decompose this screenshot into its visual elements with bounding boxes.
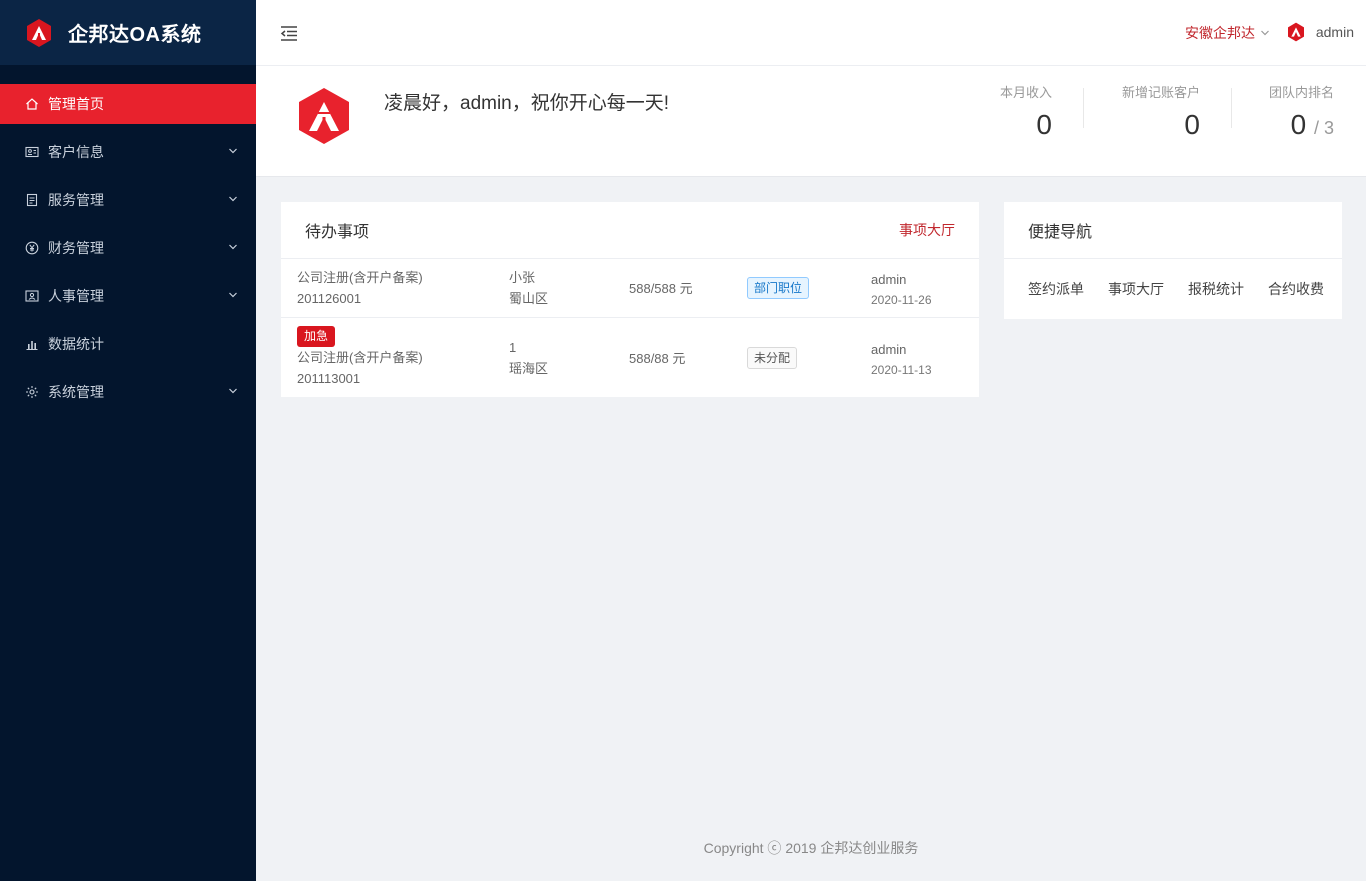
service-cell: 公司注册(含开户备案) 201126001	[297, 267, 423, 309]
quick-link-tax-stats[interactable]: 报税统计	[1188, 279, 1244, 299]
owner-name: admin	[871, 342, 907, 357]
service-name: 公司注册(含开户备案)	[297, 270, 423, 285]
home-icon	[24, 96, 40, 112]
status-badge: 未分配	[747, 347, 798, 369]
urgent-badge: 加急	[297, 326, 336, 347]
stat-label: 团队内排名	[1268, 85, 1334, 100]
yuan-icon	[24, 240, 40, 256]
greeting-text: 凌晨好，admin，祝你开心每一天!	[384, 93, 670, 114]
todo-card: 待办事项 事项大厅 公司注册(含开户备案) 201126001 小张 蜀山区 5…	[281, 202, 979, 397]
date: 2020-11-13	[871, 363, 932, 377]
service-cell: 加急 公司注册(含开户备案) 201113001	[297, 325, 423, 389]
top-header: 安徽企邦达 admin	[256, 0, 1366, 66]
person-card-icon	[24, 288, 40, 304]
clipboard-icon	[24, 192, 40, 208]
order-code: 201113001	[297, 371, 361, 386]
status-badge: 部门职位	[747, 277, 810, 299]
chevron-down-icon	[1261, 30, 1269, 36]
table-row[interactable]: 公司注册(含开户备案) 201126001 小张 蜀山区 588/588 元 部…	[281, 259, 979, 318]
chevron-down-icon	[229, 196, 237, 202]
company-selector[interactable]: 安徽企邦达	[1185, 23, 1270, 43]
footer-copyright: Copyright ⓒ 2019 企邦达创业服务	[703, 840, 919, 856]
gear-icon	[24, 384, 40, 400]
owner-cell: admin 2020-11-13	[871, 339, 932, 381]
district: 瑶海区	[509, 361, 549, 376]
chevron-down-icon	[229, 244, 237, 250]
sidebar-item-label: 财务管理	[48, 240, 104, 256]
stat-value: 0 / 3	[1269, 109, 1334, 141]
divider	[1083, 88, 1084, 128]
client-name: 小张	[509, 270, 536, 285]
sidebar-item-finance[interactable]: 财务管理	[0, 228, 256, 268]
company-logo-icon	[299, 88, 349, 144]
stat-label: 新增记账客户	[1121, 85, 1200, 100]
sidebar-item-label: 客户信息	[48, 144, 104, 160]
id-card-icon	[24, 144, 40, 160]
sidebar-menu: 管理首页 客户信息 服务管理 财务管理 人事管理 数据统计 系统管理	[0, 84, 256, 412]
quick-link-sign-dispatch[interactable]: 签约派单	[1028, 279, 1084, 299]
order-code: 201126001	[297, 291, 362, 306]
amount: 588/588 元	[629, 281, 693, 296]
sidebar-item-hr[interactable]: 人事管理	[0, 276, 256, 316]
sidebar-item-services[interactable]: 服务管理	[0, 180, 256, 220]
amount: 588/88 元	[629, 351, 686, 366]
sidebar-item-label: 人事管理	[48, 288, 104, 304]
card-header: 便捷导航	[1004, 202, 1342, 259]
quick-nav-links: 签约派单 事项大厅 报税统计 合约收费	[1004, 259, 1342, 319]
sidebar-item-label: 数据统计	[48, 336, 104, 352]
owner-name: admin	[871, 272, 907, 287]
sidebar: 企邦达OA系统 管理首页 客户信息 服务管理 财务管理 人事管理 数据统计 系统…	[0, 0, 256, 881]
owner-cell: admin 2020-11-26	[871, 269, 932, 311]
welcome-panel: 凌晨好，admin，祝你开心每一天! 本月收入 0 新增记账客户 0 团队内排名…	[256, 66, 1366, 177]
district: 蜀山区	[509, 291, 549, 306]
sidebar-item-label: 服务管理	[48, 192, 104, 208]
brand-logo-icon	[27, 18, 51, 47]
quick-link-task-hall[interactable]: 事项大厅	[1108, 279, 1164, 299]
chevron-down-icon	[229, 148, 237, 154]
sidebar-item-label: 系统管理	[48, 384, 104, 400]
stat-value: 0	[1184, 109, 1200, 140]
tag-cell: 部门职位	[747, 277, 810, 299]
stat-team-rank: 团队内排名 0 / 3	[1269, 82, 1334, 141]
brand[interactable]: 企邦达OA系统	[0, 0, 256, 65]
app-title: 企邦达OA系统	[68, 24, 202, 46]
rank-value: 0	[1290, 109, 1307, 140]
rank-total: / 3	[1313, 118, 1334, 138]
tag-cell: 未分配	[747, 347, 798, 369]
card-header: 待办事项 事项大厅	[281, 202, 979, 259]
user-menu[interactable]: admin	[1286, 22, 1354, 42]
card-title: 待办事项	[305, 224, 370, 241]
divider	[1231, 88, 1232, 128]
avatar	[1287, 22, 1304, 42]
stat-label: 本月收入	[999, 85, 1052, 100]
quick-nav-card: 便捷导航 签约派单 事项大厅 报税统计 合约收费	[1004, 202, 1342, 319]
menu-fold-icon[interactable]	[278, 23, 300, 43]
client-cell: 1 瑶海区	[509, 337, 548, 379]
stat-value: 0	[1036, 109, 1052, 140]
company-name: 安徽企邦达	[1185, 25, 1255, 41]
card-title: 便捷导航	[1028, 224, 1093, 241]
sidebar-item-statistics[interactable]: 数据统计	[0, 324, 256, 364]
bar-chart-icon	[24, 336, 40, 352]
username: admin	[1315, 24, 1354, 40]
task-hall-link[interactable]: 事项大厅	[899, 220, 955, 240]
stat-new-clients: 新增记账客户 0	[1122, 82, 1200, 141]
sidebar-item-label: 管理首页	[48, 96, 104, 112]
service-name: 公司注册(含开户备案)	[297, 350, 423, 365]
quick-link-contract-fees[interactable]: 合约收费	[1268, 279, 1324, 299]
client-name: 1	[509, 340, 517, 355]
sidebar-item-home[interactable]: 管理首页	[0, 84, 256, 124]
table-row[interactable]: 加急 公司注册(含开户备案) 201113001 1 瑶海区 588/88 元 …	[281, 318, 979, 397]
stat-monthly-income: 本月收入 0	[1000, 82, 1052, 141]
chevron-down-icon	[229, 292, 237, 298]
sidebar-item-system[interactable]: 系统管理	[0, 372, 256, 412]
sidebar-item-customers[interactable]: 客户信息	[0, 132, 256, 172]
date: 2020-11-26	[871, 293, 932, 307]
chevron-down-icon	[229, 388, 237, 394]
client-cell: 小张 蜀山区	[509, 267, 548, 309]
